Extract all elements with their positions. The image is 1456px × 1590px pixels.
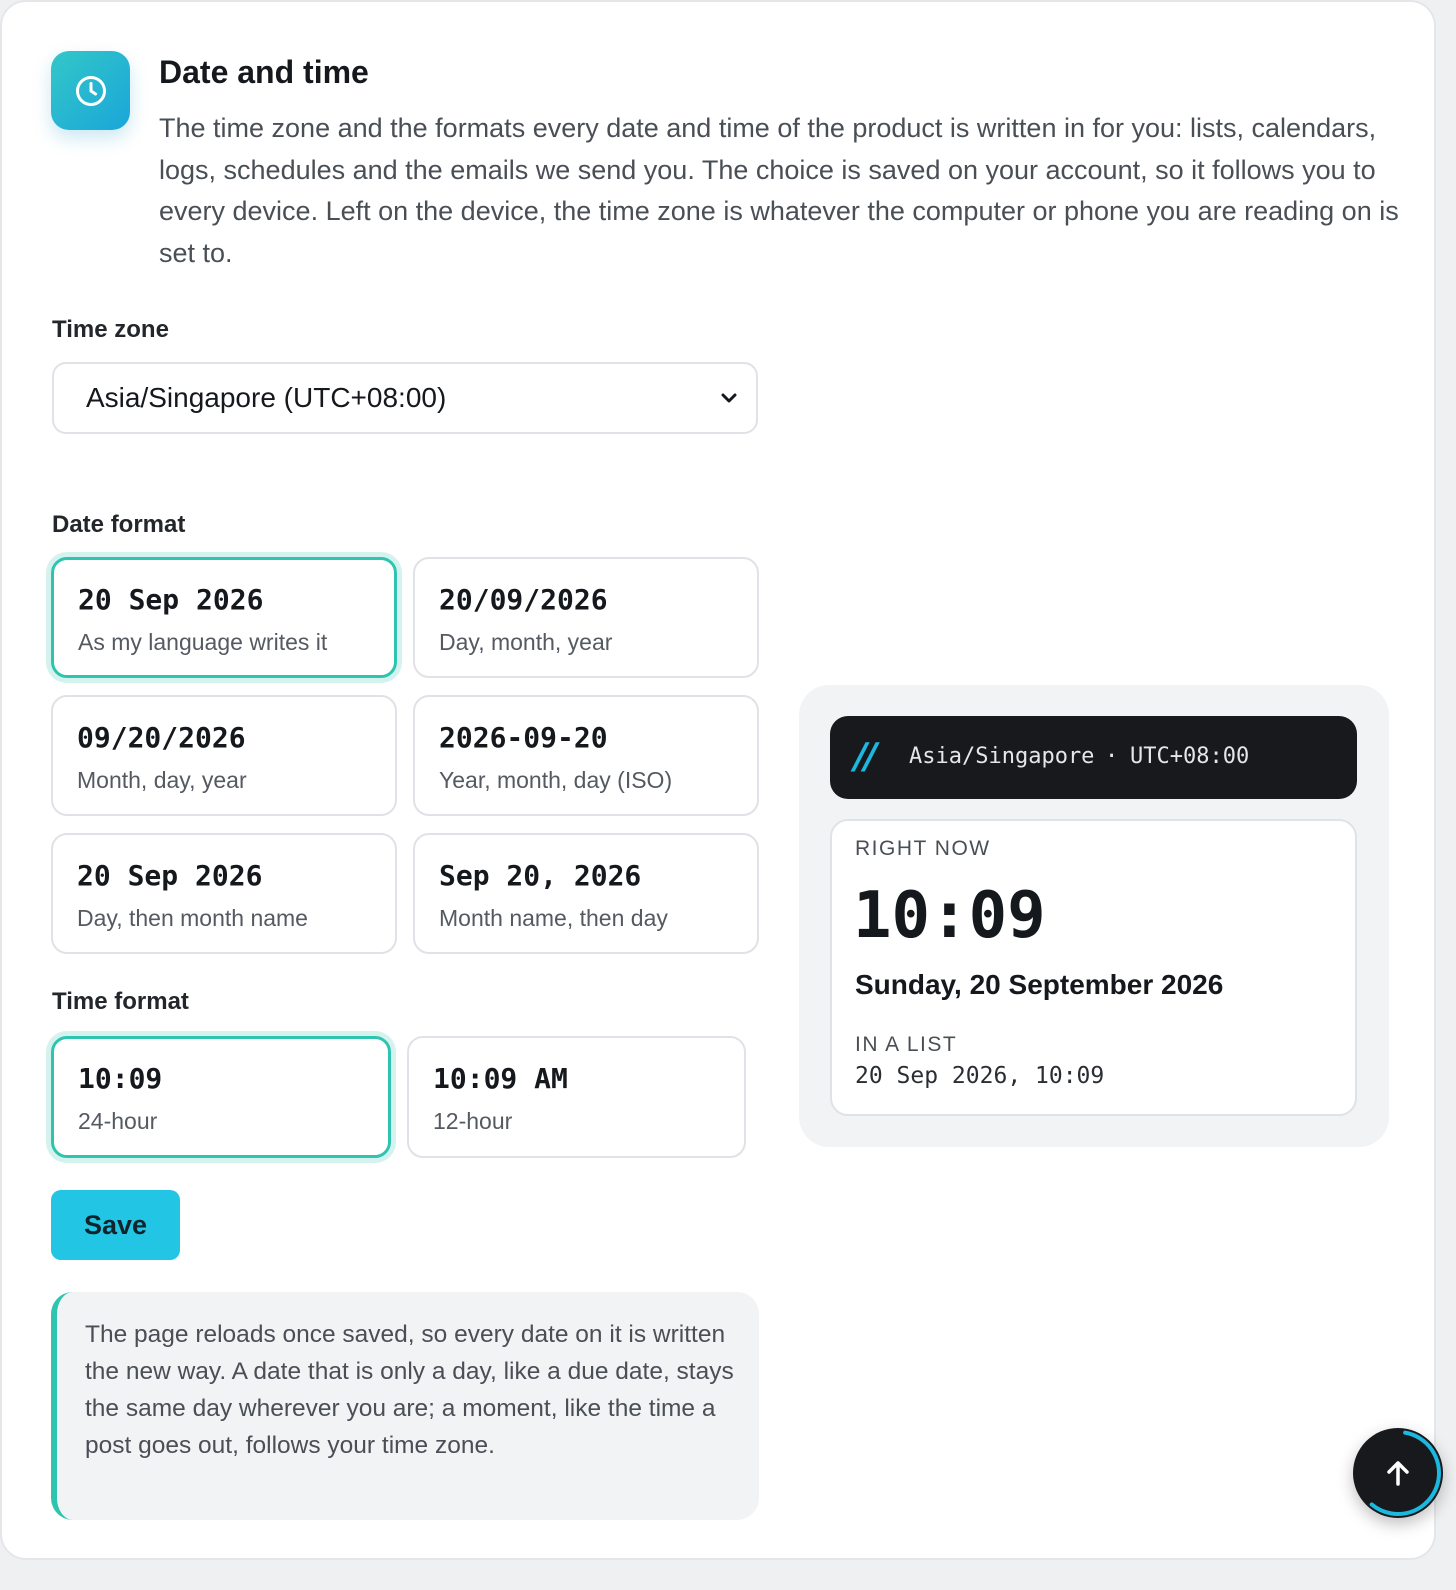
preview-list-value: 20 Sep 2026, 10:09 <box>855 1063 1105 1089</box>
date-format-sample: 2026-09-20 <box>439 721 608 754</box>
clock-icon <box>51 51 130 130</box>
arrow-up-icon <box>1387 1461 1409 1486</box>
preview-time: 10:09 <box>853 879 1046 953</box>
preview-separator: · <box>1105 744 1119 769</box>
save-note: The page reloads once saved, so every da… <box>51 1292 759 1520</box>
time-format-description: 24-hour <box>78 1108 158 1134</box>
settings-card: Date and time The time zone and the form… <box>0 0 1436 1560</box>
timezone-select[interactable]: Asia/Singapore (UTC+08:00) <box>52 362 758 434</box>
timezone-label: Time zone <box>52 316 169 343</box>
slashes-icon: // <box>854 736 877 777</box>
time-format-option-24h[interactable]: 10:09 24-hour <box>51 1036 391 1158</box>
date-format-sample: 09/20/2026 <box>77 721 246 754</box>
preview-timezone-bar: // Asia/Singapore · UTC+08:00 <box>830 716 1357 799</box>
save-button[interactable]: Save <box>51 1190 180 1260</box>
preview-now-card: RIGHT NOW 10:09 Sunday, 20 September 202… <box>830 819 1357 1116</box>
date-format-option-mdy[interactable]: 09/20/2026 Month, day, year <box>51 695 397 816</box>
scroll-to-top-button[interactable] <box>1353 1428 1443 1518</box>
preview-date: Sunday, 20 September 2026 <box>855 969 1224 1000</box>
time-format-sample: 10:09 AM <box>433 1062 568 1095</box>
in-a-list-caption: IN A LIST <box>855 1033 958 1056</box>
page-title: Date and time <box>159 54 369 90</box>
date-format-sample: 20 Sep 2026 <box>78 583 264 616</box>
date-format-option-month-name-day[interactable]: Sep 20, 2026 Month name, then day <box>413 833 759 954</box>
chevron-down-icon <box>721 393 737 403</box>
date-format-option-dmy[interactable]: 20/09/2026 Day, month, year <box>413 557 759 678</box>
preview-timezone-name: Asia/Singapore <box>909 744 1095 769</box>
page-description: The time zone and the formats every date… <box>159 113 1399 268</box>
date-format-description: Day, month, year <box>439 629 613 655</box>
date-format-label: Date format <box>52 511 186 538</box>
date-format-option-locale[interactable]: 20 Sep 2026 As my language writes it <box>51 557 397 678</box>
time-format-option-12h[interactable]: 10:09 AM 12-hour <box>407 1036 746 1158</box>
date-format-sample: 20/09/2026 <box>439 583 608 616</box>
date-format-option-day-month-name[interactable]: 20 Sep 2026 Day, then month name <box>51 833 397 954</box>
time-format-description: 12-hour <box>433 1108 513 1134</box>
time-format-label: Time format <box>52 988 189 1015</box>
date-format-description: Day, then month name <box>77 905 308 931</box>
preview-panel: // Asia/Singapore · UTC+08:00 RIGHT NOW … <box>799 685 1389 1147</box>
date-format-description: As my language writes it <box>78 629 328 655</box>
timezone-select-value: Asia/Singapore (UTC+08:00) <box>86 382 447 413</box>
preview-timezone-offset: UTC+08:00 <box>1130 744 1250 769</box>
date-format-sample: Sep 20, 2026 <box>439 859 642 892</box>
date-format-sample: 20 Sep 2026 <box>77 859 263 892</box>
date-format-description: Month name, then day <box>439 905 668 931</box>
date-format-option-iso[interactable]: 2026-09-20 Year, month, day (ISO) <box>413 695 759 816</box>
date-format-description: Year, month, day (ISO) <box>439 767 673 793</box>
time-format-sample: 10:09 <box>78 1062 163 1095</box>
right-now-caption: RIGHT NOW <box>855 837 991 860</box>
date-format-description: Month, day, year <box>77 767 247 793</box>
